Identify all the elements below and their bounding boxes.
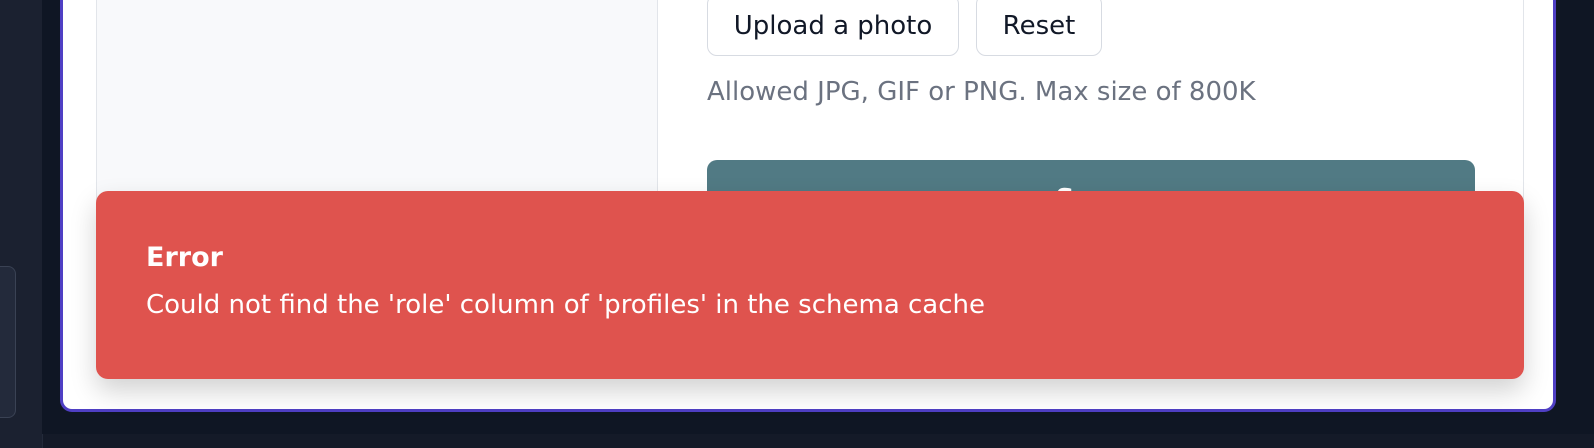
left-edge-card (0, 266, 16, 418)
profile-photo-preview-panel (97, 0, 658, 221)
error-toast-title: Error (146, 242, 223, 273)
upload-photo-button[interactable]: Upload a photo (707, 0, 959, 56)
error-toast: Error Could not find the 'role' column o… (96, 191, 1524, 379)
photo-upload-help-text: Allowed JPG, GIF or PNG. Max size of 800… (707, 77, 1256, 107)
reset-photo-button[interactable]: Reset (976, 0, 1102, 56)
left-background-strip (0, 0, 43, 448)
error-toast-message: Could not find the 'role' column of 'pro… (146, 290, 986, 320)
